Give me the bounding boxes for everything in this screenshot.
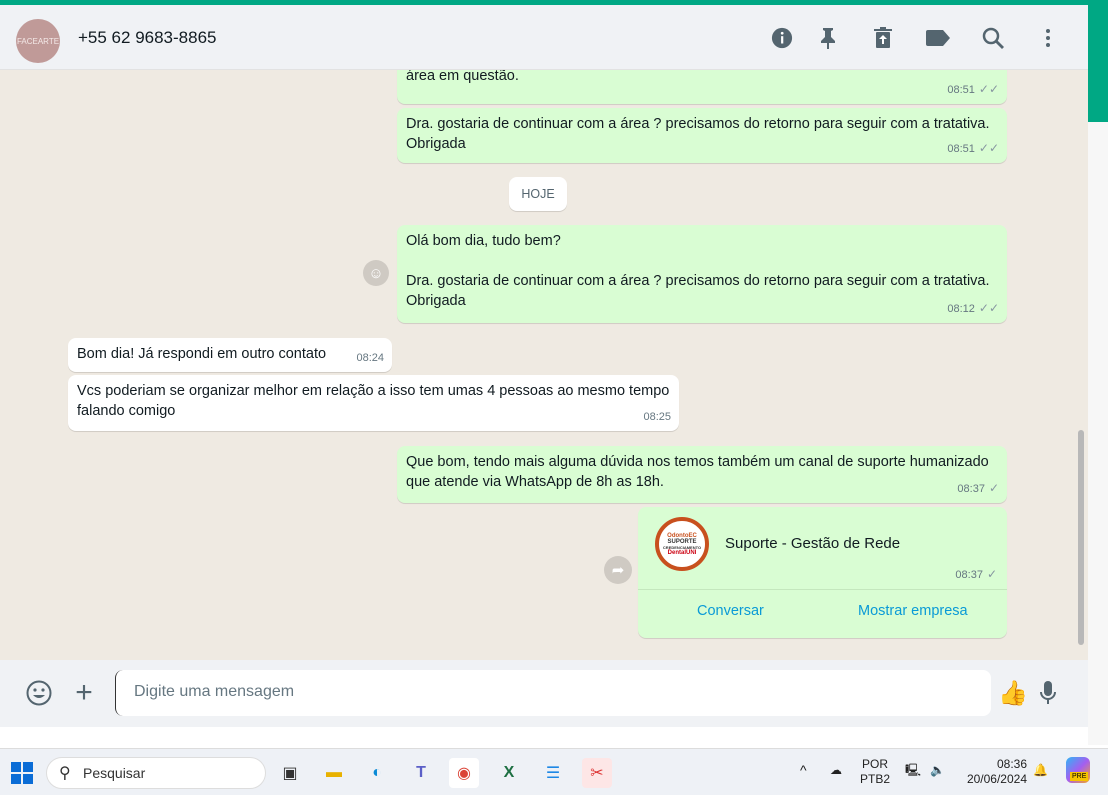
sent-tick-icon: ✓ (986, 567, 997, 581)
menu-icon[interactable] (1035, 25, 1061, 51)
sent-tick-icon: ✓ (988, 481, 999, 495)
divider (638, 589, 1007, 590)
thumbs-up-icon[interactable]: 👍 (998, 678, 1028, 708)
message-incoming: Bom dia! Já respondi em outro contato 08:… (68, 338, 392, 372)
message-incoming: Vcs poderiam se organizar melhor em rela… (68, 375, 679, 431)
message-time: 08:37 (957, 483, 985, 495)
taskbar: ⚲ Pesquisar ▣ ▬ ◐ T ◉ X ☰ ✂ ^ ☁ POR PTB2 🖳… (0, 748, 1108, 795)
window-edge (1088, 5, 1108, 122)
message-list: área em questão. 08:51 ✓✓ Dra. gostaria de… (0, 70, 1088, 660)
info-icon[interactable] (769, 25, 795, 51)
chevron-up-icon[interactable]: ^ (800, 763, 807, 778)
snipping-tool-icon[interactable]: ✂ (582, 758, 612, 788)
read-ticks-icon: ✓✓ (978, 301, 999, 315)
message-input[interactable]: Digite uma mensagem (115, 670, 991, 716)
attach-plus-icon[interactable]: + (69, 676, 99, 709)
contact-card: OdontoEC SUPORTE CREDENCIAMENTO DentalUN… (638, 507, 1007, 638)
edge-icon[interactable]: ◐ (362, 758, 392, 788)
message-outgoing: área em questão. 08:51 ✓✓ (397, 70, 1007, 104)
contact-card-name[interactable]: Suporte - Gestão de Rede (725, 535, 900, 552)
contact-card-logo: OdontoEC SUPORTE CREDENCIAMENTO DentalUN… (655, 517, 709, 571)
message-time: 08:12 (947, 303, 975, 315)
file-explorer-icon[interactable]: ▬ (319, 758, 349, 788)
search-icon[interactable] (980, 25, 1006, 51)
read-ticks-icon: ✓✓ (978, 82, 999, 96)
message-time: 08:37 (955, 569, 983, 581)
language-indicator[interactable]: POR PTB2 (860, 757, 890, 787)
pin-icon[interactable] (815, 25, 841, 51)
window-edge (1088, 122, 1108, 745)
label-icon[interactable] (925, 25, 951, 51)
message-time: 08:25 (643, 411, 671, 423)
conversar-button[interactable]: Conversar (697, 603, 764, 619)
task-view-icon[interactable]: ▣ (275, 758, 305, 788)
date-divider: HOJE (509, 177, 567, 211)
volume-icon[interactable]: 🔈 (930, 763, 945, 778)
message-time: 08:51 (947, 143, 975, 155)
copilot-icon[interactable]: PRE (1066, 757, 1090, 783)
notepad-icon[interactable]: ☰ (538, 758, 568, 788)
clock[interactable]: 08:36 20/06/2024 (962, 757, 1027, 787)
message-time: 08:51 (947, 84, 975, 96)
show-business-button[interactable]: Mostrar empresa (858, 603, 968, 619)
message-outgoing: Dra. gostaria de continuar com a área ? … (397, 108, 1007, 163)
network-icon[interactable]: 🖳 (905, 763, 921, 778)
excel-icon[interactable]: X (494, 758, 524, 788)
message-outgoing: Que bom, tendo mais alguma dúvida nos te… (397, 446, 1007, 503)
chrome-icon[interactable]: ◉ (449, 758, 479, 788)
avatar[interactable]: FACEARTE (16, 19, 60, 63)
read-ticks-icon: ✓✓ (978, 141, 999, 155)
contact-name[interactable]: +55 62 9683-8865 (78, 28, 217, 48)
onedrive-off-icon[interactable]: ☁ (830, 763, 842, 778)
message-time: 08:24 (356, 352, 384, 364)
react-emoji-icon[interactable]: ☺ (363, 260, 389, 286)
taskbar-search[interactable]: ⚲ Pesquisar (46, 757, 266, 789)
notification-bell-icon[interactable]: 🔔 (1033, 763, 1048, 778)
search-icon: ⚲ (59, 765, 71, 782)
windows-start-icon[interactable] (7, 758, 37, 788)
forward-icon[interactable]: ➦ (604, 556, 632, 584)
scrollbar[interactable] (1078, 430, 1084, 645)
teams-icon[interactable]: T (406, 758, 436, 788)
composer: + Digite uma mensagem 👍 (0, 660, 1088, 727)
delete-icon[interactable] (870, 25, 896, 51)
emoji-icon[interactable] (24, 678, 54, 708)
chat-header: FACEARTE +55 62 9683-8865 (0, 5, 1088, 70)
microphone-icon[interactable] (1033, 678, 1063, 708)
message-outgoing: Olá bom dia, tudo bem? Dra. gostaria de … (397, 225, 1007, 323)
